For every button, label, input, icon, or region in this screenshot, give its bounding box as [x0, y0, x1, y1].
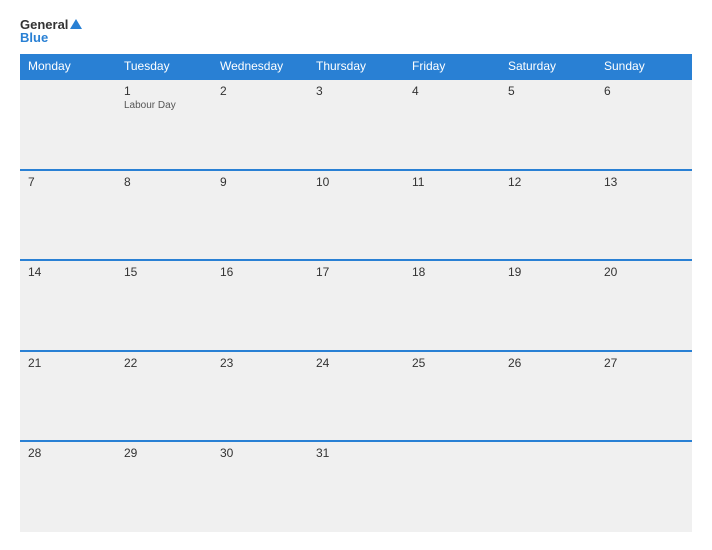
calendar-cell: 8 [116, 170, 212, 261]
calendar-cell: 2 [212, 79, 308, 170]
day-number: 8 [124, 175, 204, 189]
week-row-3: 14 15 16 17 18 19 20 [20, 260, 692, 351]
calendar-cell: 13 [596, 170, 692, 261]
col-header-wednesday: Wednesday [212, 54, 308, 79]
day-number: 4 [412, 84, 492, 98]
day-number: 21 [28, 356, 108, 370]
day-number: 11 [412, 175, 492, 189]
calendar-cell: 11 [404, 170, 500, 261]
day-number: 20 [604, 265, 684, 279]
calendar-cell: 14 [20, 260, 116, 351]
calendar-cell: 25 [404, 351, 500, 442]
calendar-cell [596, 441, 692, 532]
day-number: 26 [508, 356, 588, 370]
calendar-header: MondayTuesdayWednesdayThursdayFridaySatu… [20, 54, 692, 79]
calendar-cell: 15 [116, 260, 212, 351]
day-number: 6 [604, 84, 684, 98]
day-number: 18 [412, 265, 492, 279]
calendar-cell: 10 [308, 170, 404, 261]
calendar-cell: 27 [596, 351, 692, 442]
calendar-cell: 6 [596, 79, 692, 170]
week-row-5: 28 29 30 31 [20, 441, 692, 532]
calendar-cell: 24 [308, 351, 404, 442]
calendar-cell: 22 [116, 351, 212, 442]
calendar-body: 1Labour Day23456789101112131415161718192… [20, 79, 692, 532]
day-number: 31 [316, 446, 396, 460]
day-number: 17 [316, 265, 396, 279]
day-number: 27 [604, 356, 684, 370]
logo: General Blue [20, 18, 82, 44]
day-number: 9 [220, 175, 300, 189]
day-number: 12 [508, 175, 588, 189]
day-number: 15 [124, 265, 204, 279]
calendar-cell: 23 [212, 351, 308, 442]
week-row-4: 21 22 23 24 25 26 27 [20, 351, 692, 442]
calendar-cell: 17 [308, 260, 404, 351]
day-number: 7 [28, 175, 108, 189]
calendar-cell: 7 [20, 170, 116, 261]
day-number: 30 [220, 446, 300, 460]
week-row-2: 7 8 9 10 11 12 13 [20, 170, 692, 261]
col-header-friday: Friday [404, 54, 500, 79]
day-number: 10 [316, 175, 396, 189]
calendar-cell: 28 [20, 441, 116, 532]
calendar-cell: 26 [500, 351, 596, 442]
header: General Blue [20, 18, 692, 44]
day-number: 19 [508, 265, 588, 279]
calendar-cell: 16 [212, 260, 308, 351]
day-number: 22 [124, 356, 204, 370]
day-number: 16 [220, 265, 300, 279]
calendar-cell [20, 79, 116, 170]
calendar-cell [500, 441, 596, 532]
calendar-cell: 4 [404, 79, 500, 170]
week-row-1: 1 Labour Day 2 3 4 5 6 [20, 79, 692, 170]
day-number: 3 [316, 84, 396, 98]
col-header-tuesday: Tuesday [116, 54, 212, 79]
day-number: 29 [124, 446, 204, 460]
calendar-cell: 3 [308, 79, 404, 170]
calendar-cell: 19 [500, 260, 596, 351]
calendar-cell: 1 Labour Day [116, 79, 212, 170]
calendar-cell: 29 [116, 441, 212, 532]
calendar-cell: 12 [500, 170, 596, 261]
day-number: 25 [412, 356, 492, 370]
event-label: Labour Day [124, 100, 204, 111]
calendar-cell [404, 441, 500, 532]
calendar-cell: 21 [20, 351, 116, 442]
day-number: 1 [124, 84, 204, 98]
calendar-table: MondayTuesdayWednesdayThursdayFridaySatu… [20, 54, 692, 532]
col-header-saturday: Saturday [500, 54, 596, 79]
calendar-cell: 9 [212, 170, 308, 261]
col-header-sunday: Sunday [596, 54, 692, 79]
day-number: 13 [604, 175, 684, 189]
col-header-thursday: Thursday [308, 54, 404, 79]
day-number: 24 [316, 356, 396, 370]
logo-blue-text: Blue [20, 31, 48, 44]
calendar-cell: 18 [404, 260, 500, 351]
day-number: 28 [28, 446, 108, 460]
calendar-cell: 20 [596, 260, 692, 351]
col-header-monday: Monday [20, 54, 116, 79]
day-number: 14 [28, 265, 108, 279]
days-of-week-row: MondayTuesdayWednesdayThursdayFridaySatu… [20, 54, 692, 79]
calendar-cell: 30 [212, 441, 308, 532]
day-number: 23 [220, 356, 300, 370]
calendar-cell: 31 [308, 441, 404, 532]
logo-triangle-icon [70, 19, 82, 29]
day-number: 2 [220, 84, 300, 98]
calendar-cell: 5 [500, 79, 596, 170]
day-number: 5 [508, 84, 588, 98]
